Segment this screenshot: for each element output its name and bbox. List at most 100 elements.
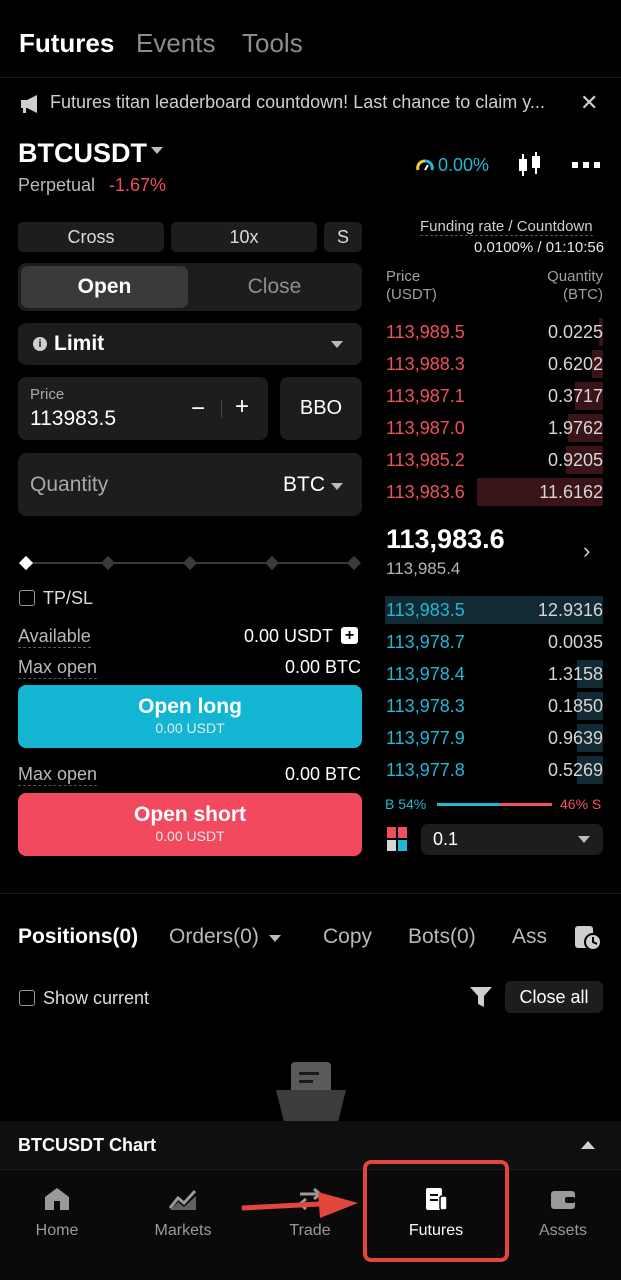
slider-tick-25[interactable] [100,555,116,571]
candlestick-icon[interactable] [516,151,544,179]
position-mode-button[interactable]: S [324,222,362,252]
orderbook-row[interactable]: 113,978.4 1.3158 [385,660,603,688]
more-icon[interactable] [572,162,600,168]
tab-futures[interactable]: Futures [19,28,114,59]
order-type-label: Limit [54,332,105,355]
tpsl-checkbox[interactable] [19,590,35,606]
orderbook-layout-icon[interactable] [387,827,409,851]
mark-price: 113,985.4 [386,559,461,578]
last-price[interactable]: 113,983.6 [386,524,505,555]
nav-home-label: Home [35,1222,79,1239]
gauge-icon[interactable] [416,157,434,175]
price-input[interactable]: Price 113983.5 − + [18,377,268,440]
tab-positions[interactable]: Positions(0) [18,925,138,949]
orderbook-quantity: 0.6202 [547,354,603,374]
chart-toggle-bar[interactable]: BTCUSDT Chart [0,1121,621,1169]
slider-tick-100[interactable] [346,555,362,571]
orderbook-row[interactable]: 113,988.3 0.6202 [385,350,603,378]
leverage-button[interactable]: 10x [171,222,317,252]
orderbook-row[interactable]: 113,983.5 12.9316 [385,596,603,624]
orderbook-price: 113,988.3 [386,354,465,374]
show-current-label[interactable]: Show current [43,988,149,1009]
show-current-checkbox[interactable] [19,990,35,1006]
tab-close[interactable]: Close [190,266,359,308]
announcement-bar[interactable]: Futures titan leaderboard countdown! Las… [0,88,621,120]
chevron-down-icon [331,483,343,490]
orderbook-row[interactable]: 113,987.1 0.3717 [385,382,603,410]
orderbook-price: 113,989.5 [386,322,465,342]
chevron-down-icon[interactable] [151,147,163,154]
open-close-toggle: Open Close [18,263,362,311]
orderbook-price: 113,985.2 [386,450,465,470]
buy-ratio-bar [437,803,500,806]
orderbook-row[interactable]: 113,987.0 1.9762 [385,414,603,442]
orderbook-row[interactable]: 113,977.8 0.5269 [385,756,603,784]
orderbook-row[interactable]: 113,977.9 0.9639 [385,724,603,752]
add-funds-icon[interactable]: + [341,627,358,644]
bottom-nav: Home Markets Trade Futures Assets [0,1169,621,1280]
orderbook-row[interactable]: 113,978.7 0.0035 [385,628,603,656]
tpsl-label[interactable]: TP/SL [43,588,93,609]
nav-assets[interactable]: Assets [508,1186,618,1240]
slider-tick-75[interactable] [264,555,280,571]
quantity-unit-select[interactable]: BTC [283,473,325,497]
history-icon[interactable] [574,924,602,952]
orderbook-row[interactable]: 113,983.6 11.6162 [385,478,603,506]
available-value: 0.00 USDT [243,626,333,646]
price-header-label: Price [386,268,421,285]
orderbook-row[interactable]: 113,989.5 0.0225 [385,318,603,346]
tab-tools[interactable]: Tools [242,28,303,59]
orderbook-quantity: 1.9762 [547,418,603,438]
close-icon[interactable]: ✕ [580,90,598,116]
tab-events[interactable]: Events [136,28,216,59]
order-type-select[interactable]: i Limit [18,323,362,365]
decrement-button[interactable]: − [191,395,205,423]
filter-icon[interactable] [470,987,492,1007]
bbo-button[interactable]: BBO [280,377,362,440]
slider-tick-50[interactable] [182,555,198,571]
slider-handle[interactable] [18,555,34,571]
tab-open[interactable]: Open [21,266,188,308]
price-value[interactable]: 113983.5 [30,407,116,431]
orderbook-row[interactable]: 113,978.3 0.1850 [385,692,603,720]
tab-assets[interactable]: Ass [512,925,547,949]
open-long-amount: 0.00 USDT [155,720,225,736]
tab-orders[interactable]: Orders(0) [169,925,259,949]
open-short-button[interactable]: Open short 0.00 USDT [18,793,362,856]
tick-size-value: 0.1 [433,829,459,849]
open-long-button[interactable]: Open long 0.00 USDT [18,685,362,748]
top-nav: Futures Events Tools [0,0,621,78]
info-icon[interactable]: i [33,337,47,351]
symbol-name[interactable]: BTCUSDT [18,138,147,169]
empty-state-icon [276,1062,346,1122]
chevron-up-icon[interactable] [581,1141,595,1149]
tab-copy[interactable]: Copy [323,925,372,949]
max-open-short-label: Max open [18,764,98,786]
orderbook-price: 113,983.6 [386,482,465,502]
increment-button[interactable]: + [235,393,249,421]
quantity-placeholder: Quantity [30,473,109,496]
margin-mode-button[interactable]: Cross [18,222,164,252]
chevron-down-icon[interactable] [269,935,281,942]
nav-trade-label: Trade [289,1222,331,1239]
tick-size-select[interactable]: 0.1 [421,824,603,855]
orderbook-quantity: 1.3158 [547,664,603,684]
funding-rate-label[interactable]: Funding rate / Countdown [420,218,593,236]
chevron-right-icon[interactable]: › [583,538,590,564]
tab-bots[interactable]: Bots(0) [408,925,476,949]
orderbook-price: 113,983.5 [386,600,465,620]
megaphone-icon [21,95,37,113]
open-short-amount: 0.00 USDT [155,828,225,844]
price-header: Price (USDT) [386,268,437,304]
nav-markets[interactable]: Markets [128,1186,238,1240]
nav-home[interactable]: Home [2,1186,112,1240]
orderbook-quantity: 0.9205 [547,450,603,470]
annotation-arrow [241,1192,358,1218]
orderbook-price: 113,987.1 [386,386,465,406]
rate-value[interactable]: 0.00% [438,155,489,176]
sell-ratio: 46% S [560,796,602,812]
orderbook-row[interactable]: 113,985.2 0.9205 [385,446,603,474]
close-all-button[interactable]: Close all [505,981,603,1013]
quantity-input[interactable]: Quantity BTC [18,453,362,516]
divider [221,400,222,418]
